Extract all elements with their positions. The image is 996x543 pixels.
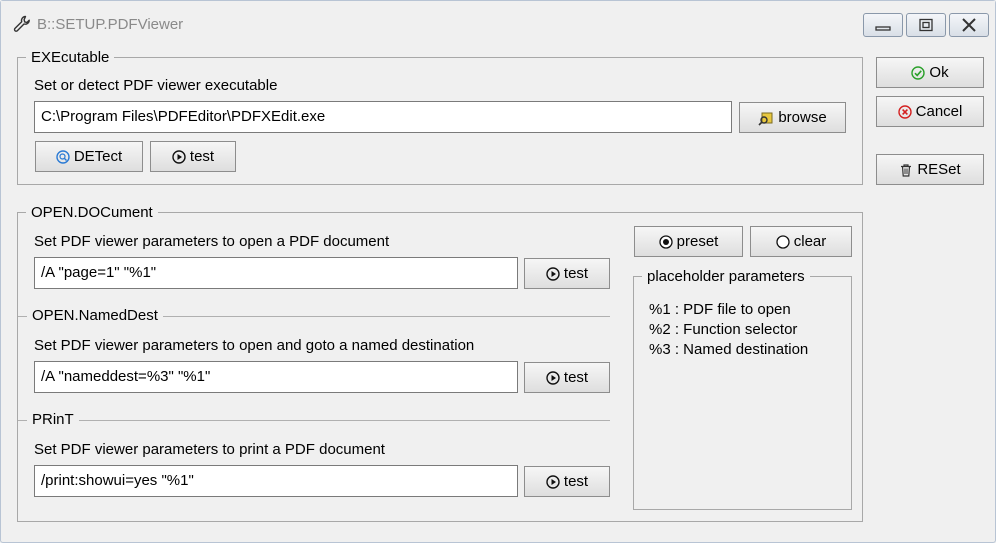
browse-button[interactable]: browse xyxy=(739,102,846,133)
minimize-icon xyxy=(875,26,891,31)
detect-button[interactable]: DETect xyxy=(35,141,143,172)
clear-label: clear xyxy=(793,233,827,250)
reset-button[interactable]: RESet xyxy=(876,154,984,185)
play-icon xyxy=(546,370,560,385)
executable-test-label: test xyxy=(189,148,215,165)
print-description: Set PDF viewer parameters to print a PDF… xyxy=(34,441,385,458)
maximize-button[interactable] xyxy=(906,13,946,37)
title-bar[interactable]: B::SETUP.PDFViewer xyxy=(1,1,995,45)
check-icon xyxy=(911,65,926,80)
close-icon xyxy=(962,18,976,32)
placeholder-legend: placeholder parameters xyxy=(647,268,805,285)
preset-label: preset xyxy=(676,233,719,250)
print-test-button[interactable]: test xyxy=(524,466,610,497)
ok-label: Ok xyxy=(929,64,949,81)
open-document-description: Set PDF viewer parameters to open a PDF … xyxy=(34,233,390,250)
open-document-test-button[interactable]: test xyxy=(524,258,610,289)
play-icon xyxy=(546,474,560,489)
named-dest-test-button[interactable]: test xyxy=(524,362,610,393)
radio-empty-icon xyxy=(776,234,790,249)
ok-button[interactable]: Ok xyxy=(876,57,984,88)
clear-button[interactable]: clear xyxy=(750,226,852,257)
print-test-label: test xyxy=(563,473,589,490)
play-icon xyxy=(546,266,560,281)
close-button[interactable] xyxy=(949,13,989,37)
open-document-legend: OPEN.DOCument xyxy=(31,204,153,221)
executable-legend: EXEcutable xyxy=(31,49,110,66)
window-title: B::SETUP.PDFViewer xyxy=(37,16,184,33)
browse-label: browse xyxy=(778,109,827,126)
named-dest-input[interactable]: /A "nameddest=%3" "%1" xyxy=(34,361,518,393)
detect-icon xyxy=(56,149,70,164)
setup-window: B::SETUP.PDFViewer EXEcutable Set or det… xyxy=(0,0,996,543)
detect-label: DETect xyxy=(73,148,123,165)
browse-icon xyxy=(758,112,773,126)
placeholder-line-2: %2 : Function selector xyxy=(649,321,798,338)
executable-path-input[interactable]: C:\Program Files\PDFEditor\PDFXEdit.exe xyxy=(34,101,732,133)
cancel-icon xyxy=(897,104,912,119)
open-document-test-label: test xyxy=(563,265,589,282)
trash-icon xyxy=(901,163,912,177)
named-dest-legend: OPEN.NamedDest xyxy=(27,307,163,324)
play-icon xyxy=(172,149,186,164)
named-dest-description: Set PDF viewer parameters to open and go… xyxy=(34,337,475,354)
cancel-label: Cancel xyxy=(915,103,963,120)
placeholder-line-1: %1 : PDF file to open xyxy=(649,301,791,318)
open-document-input[interactable]: /A "page=1" "%1" xyxy=(34,257,518,289)
executable-description: Set or detect PDF viewer executable xyxy=(34,77,278,94)
cancel-button[interactable]: Cancel xyxy=(876,96,984,127)
placeholder-line-3: %3 : Named destination xyxy=(649,341,809,358)
named-dest-test-label: test xyxy=(563,369,589,386)
minimize-button[interactable] xyxy=(863,13,903,37)
reset-label: RESet xyxy=(917,161,961,178)
print-input[interactable]: /print:showui=yes "%1" xyxy=(34,465,518,497)
maximize-icon xyxy=(919,18,933,32)
print-legend: PRinT xyxy=(27,411,79,428)
preset-button[interactable]: preset xyxy=(634,226,743,257)
wrench-icon xyxy=(13,15,31,33)
executable-test-button[interactable]: test xyxy=(150,141,236,172)
radio-selected-icon xyxy=(658,234,673,249)
print-separator xyxy=(18,420,610,421)
dialog-client-area: EXEcutable Set or detect PDF viewer exec… xyxy=(7,45,989,538)
